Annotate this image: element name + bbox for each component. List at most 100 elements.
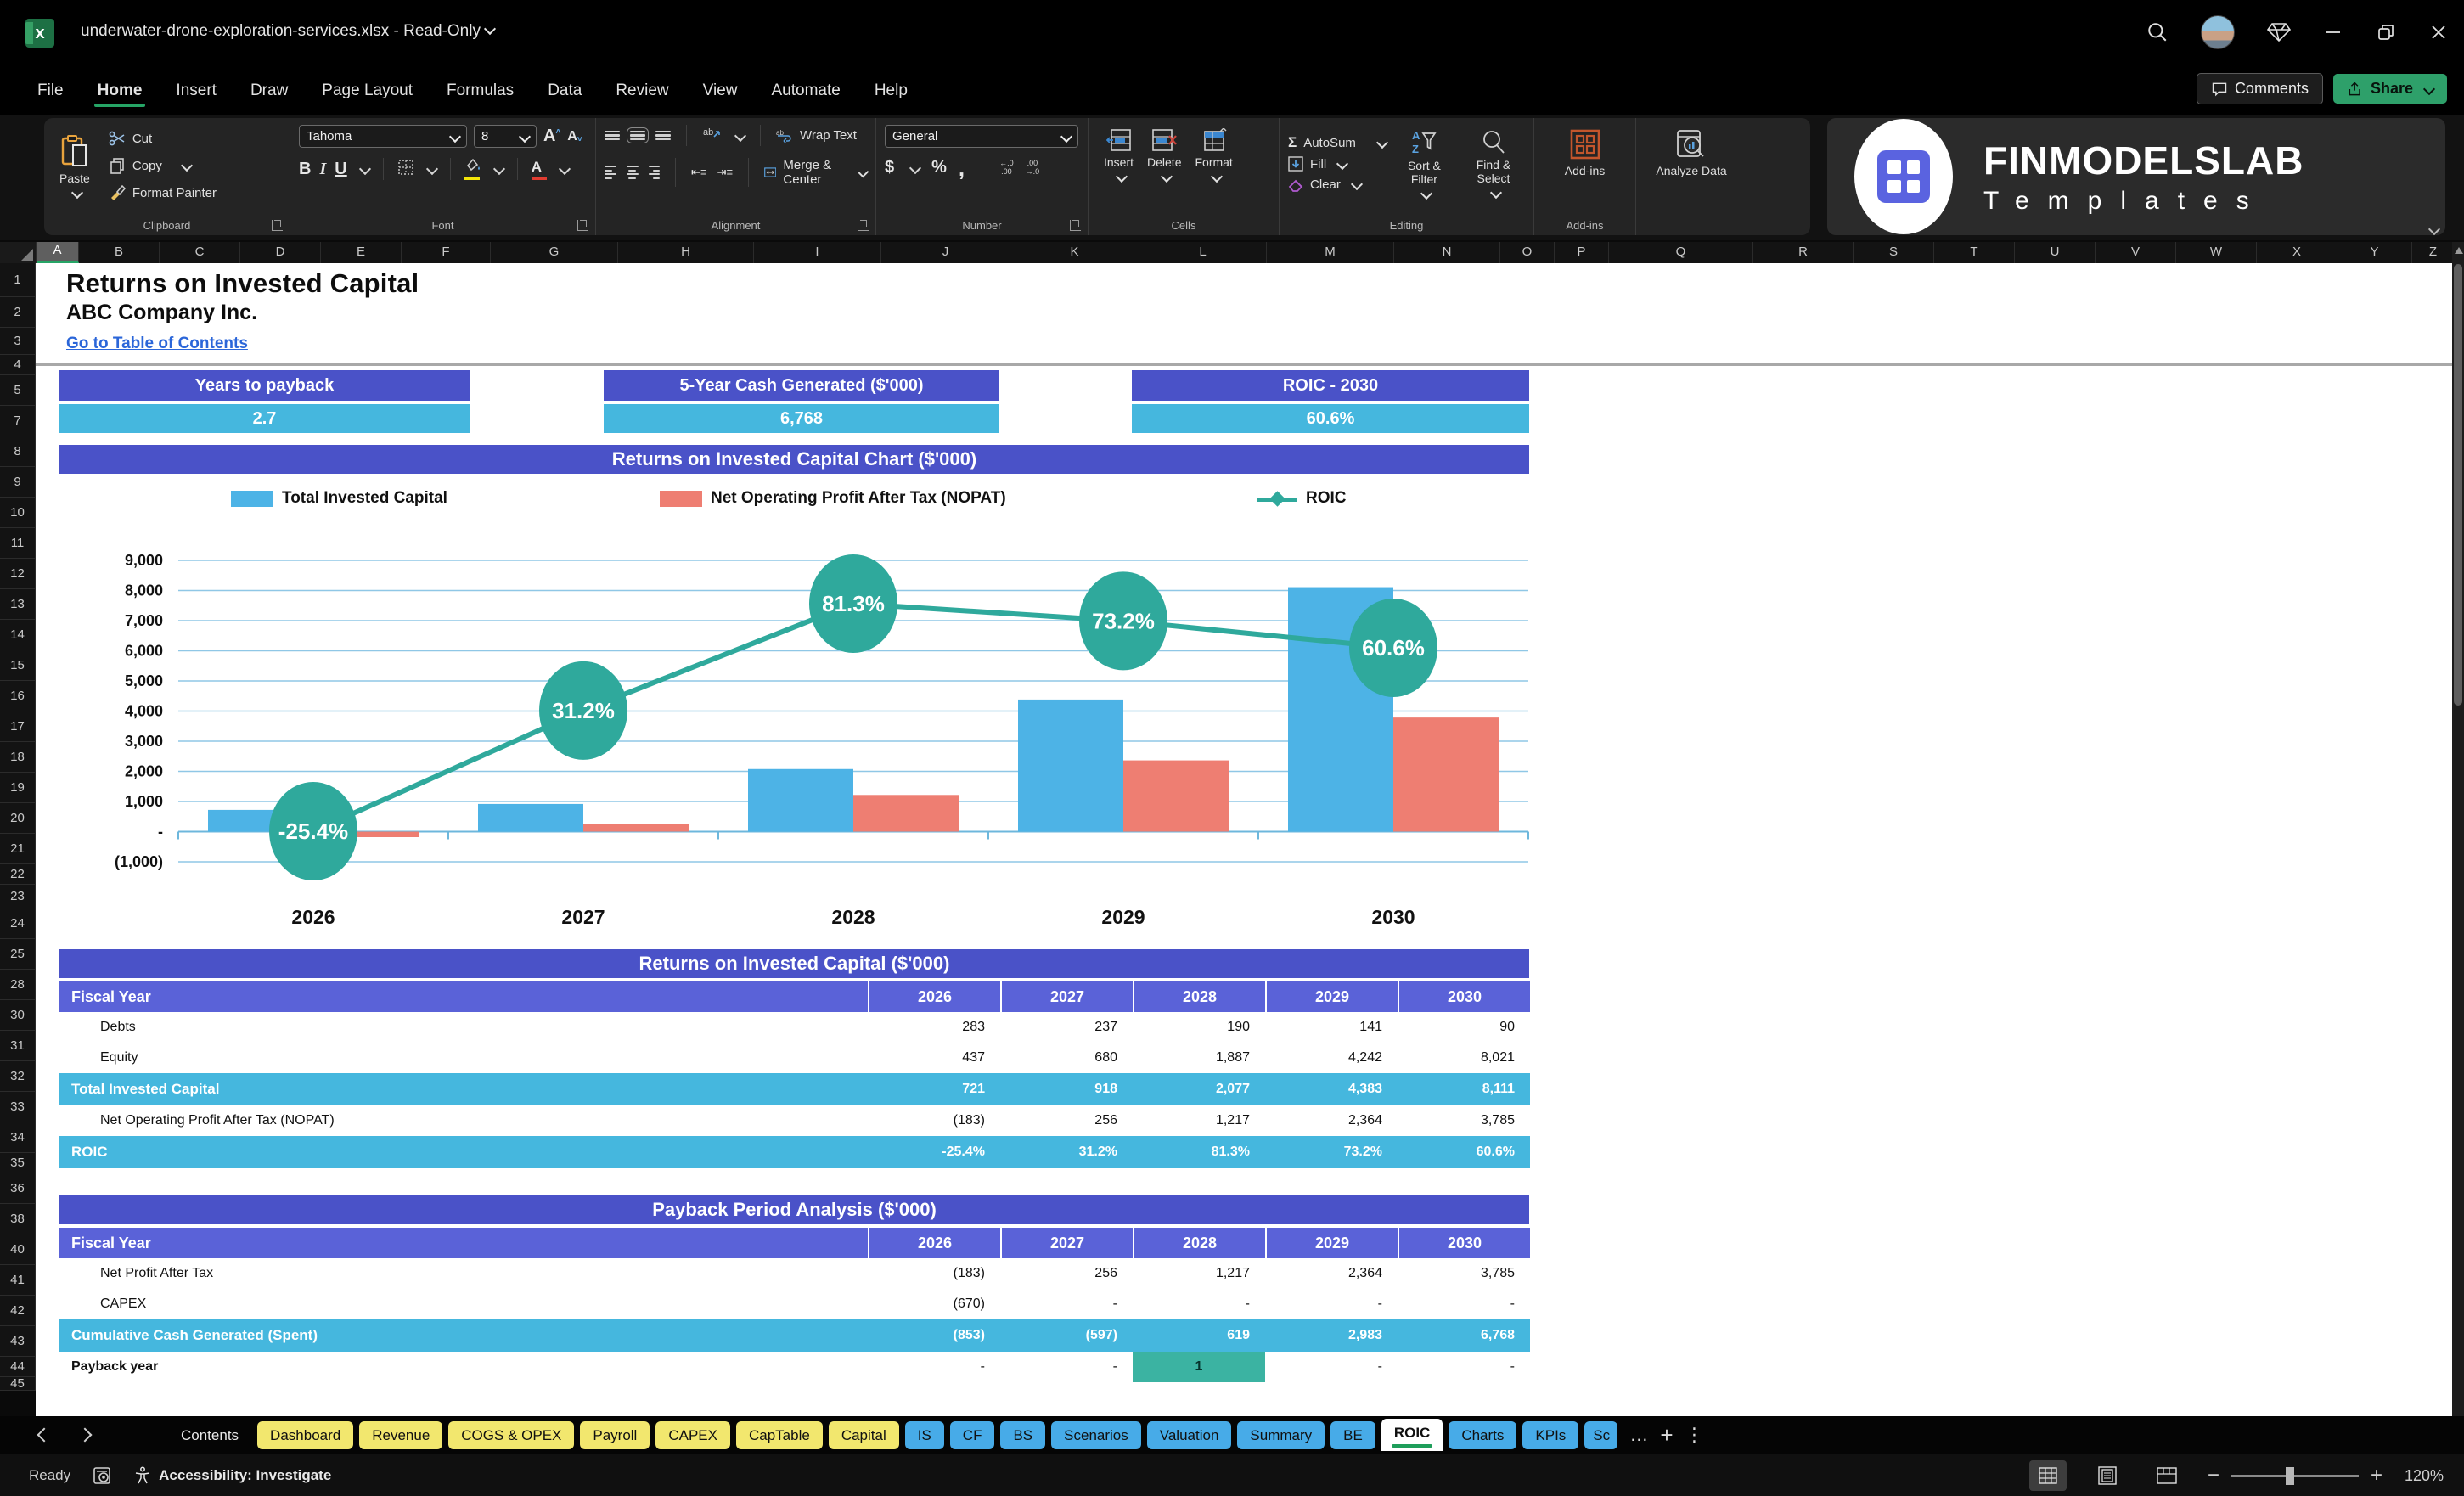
cell-value[interactable]: 8,021 <box>1398 1043 1530 1073</box>
italic-button[interactable]: I <box>319 160 326 179</box>
column-header-Y[interactable]: Y <box>2337 242 2412 263</box>
row-header-20[interactable]: 20 <box>0 803 36 834</box>
column-header-W[interactable]: W <box>2176 242 2257 263</box>
row-header-42[interactable]: 42 <box>0 1296 36 1326</box>
row-header-23[interactable]: 23 <box>0 885 36 908</box>
sheet-tab-capital[interactable]: Capital <box>828 1420 899 1449</box>
kpi-value-0[interactable]: 2.7 <box>59 404 470 433</box>
increase-indent-button[interactable]: ⇥≡ <box>717 166 733 179</box>
percent-style-button[interactable]: % <box>931 158 947 177</box>
cell-value[interactable]: 2,364 <box>1265 1105 1398 1136</box>
row-header-16[interactable]: 16 <box>0 681 36 711</box>
cell-value[interactable]: - <box>868 1352 1000 1382</box>
search-icon[interactable] <box>2146 21 2169 43</box>
font-name-select[interactable]: Tahoma <box>299 125 467 148</box>
cell-value[interactable]: 237 <box>1000 1012 1133 1043</box>
cell-value[interactable]: 721 <box>868 1073 1000 1105</box>
copy-button[interactable]: Copy <box>109 157 217 174</box>
sheet-menu-button[interactable]: ⋮ <box>1685 1424 1704 1446</box>
cell-value[interactable]: 141 <box>1265 1012 1398 1043</box>
cell-value[interactable]: 680 <box>1000 1043 1133 1073</box>
increase-font-size-button[interactable]: A˄ <box>543 127 560 146</box>
column-header-V[interactable]: V <box>2096 242 2176 263</box>
menu-tab-help[interactable]: Help <box>861 73 921 109</box>
column-header-K[interactable]: K <box>1010 242 1139 263</box>
cell-value[interactable]: 31.2% <box>1000 1136 1133 1168</box>
column-header-S[interactable]: S <box>1854 242 1934 263</box>
cell-value[interactable]: -25.4% <box>868 1136 1000 1168</box>
cell-value[interactable]: (183) <box>868 1258 1000 1289</box>
table-of-contents-link[interactable]: Go to Table of Contents <box>66 335 248 353</box>
row-header-34[interactable]: 34 <box>0 1122 36 1153</box>
borders-button[interactable] <box>397 159 414 180</box>
minimize-icon[interactable] <box>2323 22 2343 42</box>
column-header-L[interactable]: L <box>1139 242 1267 263</box>
cell-value[interactable]: 81.3% <box>1133 1136 1265 1168</box>
cell-value[interactable]: 918 <box>1000 1073 1133 1105</box>
menu-tab-data[interactable]: Data <box>534 73 595 109</box>
row-header-3[interactable]: 3 <box>0 328 36 355</box>
kpi-value-2[interactable]: 60.6% <box>1132 404 1529 433</box>
sheet-tab-contents[interactable]: Contents <box>168 1421 251 1449</box>
add-sheet-button[interactable]: + <box>1660 1422 1673 1448</box>
sheet-tab-capex[interactable]: CAPEX <box>655 1420 730 1449</box>
menu-tab-draw[interactable]: Draw <box>237 73 301 109</box>
row-header-41[interactable]: 41 <box>0 1265 36 1296</box>
more-sheets-button[interactable]: … <box>1629 1424 1648 1446</box>
row-header-5[interactable]: 5 <box>0 375 36 406</box>
row-header-44[interactable]: 44 <box>0 1357 36 1377</box>
row-header-32[interactable]: 32 <box>0 1061 36 1092</box>
align-center-button[interactable] <box>626 165 639 180</box>
row-header-36[interactable]: 36 <box>0 1173 36 1204</box>
row-header-28[interactable]: 28 <box>0 970 36 1000</box>
autosum-button[interactable]: Σ AutoSum <box>1288 134 1388 151</box>
comments-button[interactable]: Comments <box>2196 73 2323 104</box>
select-all-button[interactable] <box>0 242 37 263</box>
cell-value[interactable]: 1,217 <box>1133 1105 1265 1136</box>
normal-view-button[interactable] <box>2028 1460 2067 1491</box>
wrap-text-button[interactable]: ab Wrap Text <box>776 128 857 143</box>
column-header-U[interactable]: U <box>2015 242 2096 263</box>
cell-value[interactable]: (597) <box>1000 1319 1133 1352</box>
cell-value[interactable]: 3,785 <box>1398 1258 1530 1289</box>
row-header-33[interactable]: 33 <box>0 1092 36 1122</box>
premium-gem-icon[interactable] <box>2267 21 2291 43</box>
page-break-preview-button[interactable] <box>2148 1460 2186 1491</box>
column-header-G[interactable]: G <box>491 242 618 263</box>
sort-filter-button[interactable]: AZ Sort & Filter <box>1392 125 1457 201</box>
menu-tab-file[interactable]: File <box>24 73 77 109</box>
row-header-4[interactable]: 4 <box>0 355 36 375</box>
row-header-1[interactable]: 1 <box>0 263 36 297</box>
column-header-P[interactable]: P <box>1555 242 1609 263</box>
delete-cells-button[interactable]: Delete <box>1140 125 1188 184</box>
sheet-tab-cogs-opex[interactable]: COGS & OPEX <box>448 1420 575 1449</box>
cell-value[interactable]: 2,364 <box>1265 1258 1398 1289</box>
macro-record-icon[interactable] <box>93 1466 111 1485</box>
row-header-2[interactable]: 2 <box>0 297 36 328</box>
decrease-indent-button[interactable]: ⇤≡ <box>691 166 706 179</box>
sheet-tab-dashboard[interactable]: Dashboard <box>257 1420 354 1449</box>
vertical-scrollbar[interactable] <box>2452 242 2464 1416</box>
cell-value[interactable]: 1 <box>1133 1352 1265 1382</box>
cell-value[interactable]: 3,785 <box>1398 1105 1530 1136</box>
column-header-M[interactable]: M <box>1267 242 1394 263</box>
sheet-tab-charts[interactable]: Charts <box>1449 1420 1517 1449</box>
clear-button[interactable]: Clear <box>1288 177 1387 192</box>
cell-value[interactable]: 256 <box>1000 1105 1133 1136</box>
row-header-15[interactable]: 15 <box>0 650 36 681</box>
column-header-C[interactable]: C <box>160 242 240 263</box>
next-sheet-arrow-icon[interactable] <box>77 1427 93 1443</box>
sheet-tab-be[interactable]: BE <box>1330 1420 1375 1449</box>
sheet-tab-scenarios[interactable]: Scenarios <box>1051 1420 1141 1449</box>
cell-value[interactable]: 8,111 <box>1398 1073 1530 1105</box>
find-select-button[interactable]: Find & Select <box>1462 125 1525 201</box>
cell-value[interactable]: 190 <box>1133 1012 1265 1043</box>
zoom-slider-handle[interactable] <box>2285 1466 2294 1485</box>
cell-value[interactable]: 73.2% <box>1265 1136 1398 1168</box>
row-header-12[interactable]: 12 <box>0 559 36 589</box>
row-header-43[interactable]: 43 <box>0 1326 36 1357</box>
row-header-40[interactable]: 40 <box>0 1234 36 1265</box>
underline-button[interactable]: U <box>335 160 346 179</box>
zoom-in-button[interactable]: + <box>2371 1464 2382 1488</box>
user-avatar[interactable] <box>2201 15 2235 49</box>
